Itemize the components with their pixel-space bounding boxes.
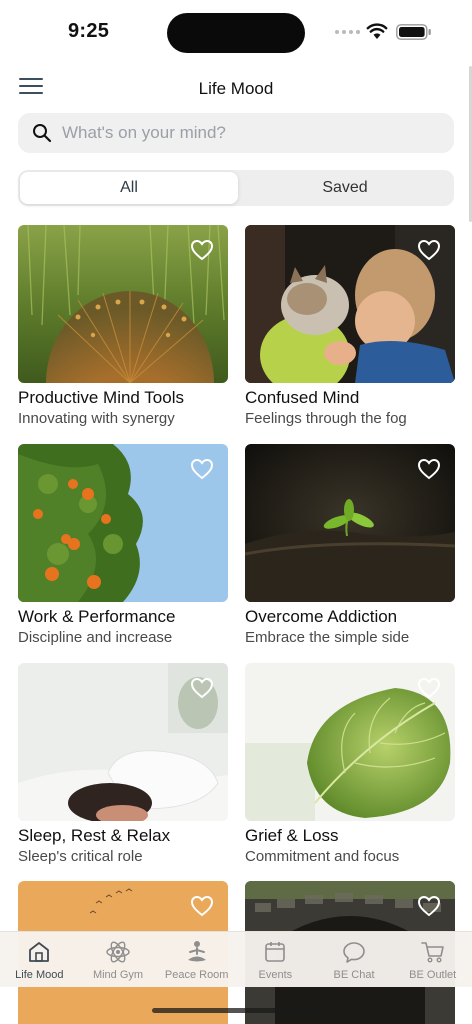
heart-icon[interactable]	[190, 458, 214, 480]
card-title: Productive Mind Tools	[18, 388, 184, 407]
status-bar: 9:25	[0, 0, 472, 64]
card-subtitle: Innovating with synergy	[18, 410, 175, 427]
card-title: Confused Mind	[245, 388, 360, 407]
heart-icon[interactable]	[417, 677, 441, 699]
tab-events[interactable]: Events	[236, 932, 315, 987]
card-subtitle: Sleep's critical role	[18, 848, 143, 865]
green-leaf-image	[245, 663, 455, 821]
card-subtitle: Feelings through the fog	[245, 410, 407, 427]
tab-label: BE Outlet	[409, 969, 457, 981]
tab-mind-gym[interactable]: Mind Gym	[79, 932, 158, 987]
filter-segmented-control: All Saved	[18, 170, 454, 206]
sleeping-person-image	[18, 663, 228, 821]
card-subtitle: Embrace the simple side	[245, 629, 410, 646]
card-title: Overcome Addiction	[245, 607, 398, 626]
segment-tab-saved[interactable]: Saved	[238, 172, 452, 204]
search-bar[interactable]	[18, 113, 454, 153]
home-icon	[29, 942, 50, 962]
heart-icon[interactable]	[190, 895, 214, 917]
cellular-signal-icon	[335, 30, 360, 34]
topic-card[interactable]: Grief & Loss Commitment and focus	[245, 663, 455, 865]
topic-card[interactable]: Confused Mind Feelings through the fog	[245, 225, 455, 427]
wifi-icon	[366, 23, 388, 39]
battery-icon	[396, 24, 431, 40]
tab-label: Peace Room	[164, 969, 229, 981]
card-title: Grief & Loss	[245, 826, 339, 845]
card-subtitle: Discipline and increase	[18, 629, 173, 646]
card-title: Work & Performance	[18, 607, 176, 626]
cart-icon	[420, 942, 444, 963]
calendar-icon	[265, 942, 286, 962]
tab-be-chat[interactable]: BE Chat	[315, 932, 394, 987]
atom-icon	[106, 941, 130, 963]
heart-icon[interactable]	[190, 239, 214, 261]
page-title: Life Mood	[198, 79, 274, 98]
sprout-image	[245, 444, 455, 602]
tab-life-mood[interactable]: Life Mood	[0, 932, 79, 987]
search-input[interactable]	[62, 113, 442, 153]
heart-icon[interactable]	[417, 458, 441, 480]
bottom-tab-bar: Life Mood Mind Gym Peace Room Events BE …	[0, 931, 472, 987]
tab-label: Life Mood	[15, 969, 64, 981]
child-with-kitten-image	[245, 225, 455, 383]
segment-tab-all[interactable]: All	[20, 172, 238, 204]
dynamic-island	[167, 13, 305, 53]
chat-bubble-icon	[343, 942, 365, 963]
orange-tree-image	[18, 444, 228, 602]
status-time: 9:25	[68, 20, 110, 42]
header: Life Mood	[0, 72, 472, 108]
tab-label: BE Chat	[333, 969, 375, 981]
heart-icon[interactable]	[190, 677, 214, 699]
topic-card[interactable]: Overcome Addiction Embrace the simple si…	[245, 444, 455, 646]
card-title: Sleep, Rest & Relax	[18, 826, 171, 845]
heart-icon[interactable]	[417, 895, 441, 917]
meditation-icon	[187, 941, 206, 962]
home-indicator[interactable]	[152, 1008, 320, 1013]
search-icon	[33, 124, 52, 143]
heart-icon[interactable]	[417, 239, 441, 261]
tab-be-outlet[interactable]: BE Outlet	[393, 932, 472, 987]
topic-card[interactable]: Sleep, Rest & Relax Sleep's critical rol…	[18, 663, 228, 865]
tab-peace-room[interactable]: Peace Room	[157, 932, 236, 987]
topic-card[interactable]: Productive Mind Tools Innovating with sy…	[18, 225, 228, 427]
tab-label: Events	[258, 969, 293, 981]
topic-card[interactable]: Work & Performance Discipline and increa…	[18, 444, 228, 646]
tab-label: Mind Gym	[92, 969, 144, 981]
card-subtitle: Commitment and focus	[245, 848, 400, 865]
peacock-image	[18, 225, 228, 383]
